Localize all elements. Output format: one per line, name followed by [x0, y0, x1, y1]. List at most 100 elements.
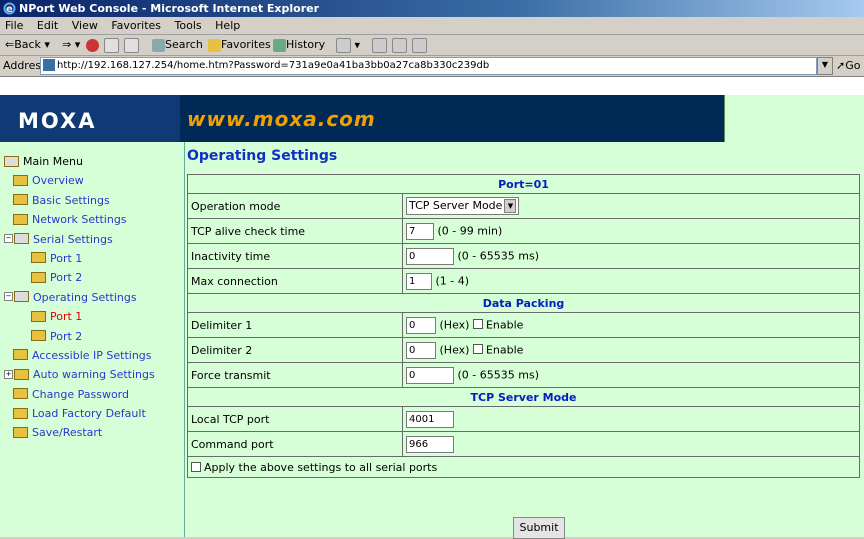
max-connection-input[interactable]: 1	[406, 272, 432, 290]
menu-edit[interactable]: Edit	[32, 17, 63, 34]
sidebar-item-serial-port2[interactable]: Port 2	[4, 268, 184, 287]
delimiter1-hint: (Hex)	[439, 318, 470, 331]
search-button[interactable]: Search	[152, 38, 203, 52]
command-port-input[interactable]: 966	[406, 435, 454, 453]
home-button[interactable]	[124, 38, 139, 53]
stop-button[interactable]	[86, 38, 99, 52]
delimiter1-enable-label: Enable	[485, 318, 524, 331]
sidebar-item-basic-settings[interactable]: Basic Settings	[4, 191, 184, 210]
moxa-site-url: www.moxa.com	[187, 107, 376, 131]
svg-text:e: e	[6, 4, 13, 15]
inactivity-input[interactable]: 0	[406, 247, 454, 265]
mail-icon	[336, 38, 351, 53]
operation-mode-label: Operation mode	[187, 193, 403, 219]
sidebar-item-operating-settings[interactable]: − Operating Settings	[4, 288, 184, 307]
sidebar-item-change-password[interactable]: Change Password	[4, 385, 184, 404]
folder-icon	[13, 407, 28, 419]
table-row: TCP alive check time 7 (0 - 99 min)	[187, 218, 860, 244]
submit-button[interactable]: Submit	[513, 517, 565, 539]
page-title: Operating Settings	[187, 148, 338, 164]
table-row: Apply the above settings to all serial p…	[187, 456, 860, 478]
address-dropdown[interactable]: ▼	[817, 57, 833, 75]
delimiter2-input[interactable]: 0	[406, 341, 436, 359]
menu-file[interactable]: File	[0, 17, 28, 34]
sidebar-item-serial-port1[interactable]: Port 1	[4, 249, 184, 268]
forward-button[interactable]: ⇒ ▾	[62, 38, 80, 52]
folder-icon	[31, 252, 46, 264]
folder-icon	[31, 310, 46, 322]
delimiter2-cell: 0 (Hex) Enable	[402, 337, 860, 363]
sidebar-item-save-restart[interactable]: Save/Restart	[4, 423, 184, 442]
discuss-button[interactable]	[412, 38, 427, 53]
tcp-alive-input[interactable]: 7	[406, 222, 434, 240]
go-button[interactable]: ➚Go	[836, 59, 860, 72]
sidebar: Main Menu Overview Basic Settings Networ…	[0, 142, 185, 537]
folder-open-icon	[4, 155, 19, 167]
folder-icon	[13, 388, 28, 400]
max-connection-label: Max connection	[187, 268, 403, 294]
window-title-bar: e NPort Web Console - Microsoft Internet…	[0, 0, 864, 17]
menu-favorites[interactable]: Favorites	[106, 17, 166, 34]
edit-icon	[392, 38, 407, 53]
menu-help[interactable]: Help	[210, 17, 245, 34]
sidebar-item-load-factory-default[interactable]: Load Factory Default	[4, 404, 184, 423]
table-row: Delimiter 2 0 (Hex) Enable	[187, 337, 860, 363]
sidebar-item-operating-port1[interactable]: Port 1	[4, 307, 184, 326]
local-tcp-port-label: Local TCP port	[187, 406, 403, 432]
folder-open-icon	[14, 291, 29, 303]
folder-icon	[13, 426, 28, 438]
header-green-box	[724, 95, 864, 142]
main-content: Operating Settings Port=01 Operation mod…	[185, 142, 864, 539]
address-bar: Address http://192.168.127.254/home.htm?…	[0, 56, 864, 77]
edit-button[interactable]	[392, 38, 407, 53]
table-row: Local TCP port 4001	[187, 406, 860, 432]
collapse-icon[interactable]: −	[4, 234, 13, 244]
operation-mode-select[interactable]: TCP Server Mode ▼	[406, 197, 520, 215]
delimiter1-input[interactable]: 0	[406, 316, 436, 334]
table-row: Command port 966	[187, 431, 860, 457]
address-input[interactable]: http://192.168.127.254/home.htm?Password…	[40, 57, 817, 75]
inactivity-cell: 0 (0 - 65535 ms)	[402, 243, 860, 269]
delimiter1-enable-checkbox[interactable]	[472, 319, 483, 329]
port-header: Port=01	[187, 174, 860, 194]
command-port-label: Command port	[187, 431, 403, 457]
apply-all-label: Apply the above settings to all serial p…	[204, 460, 438, 474]
sidebar-item-overview[interactable]: Overview	[4, 171, 184, 190]
back-button[interactable]: ⇐Back ▾	[5, 38, 50, 52]
folder-icon	[14, 368, 29, 380]
apply-all-checkbox[interactable]	[191, 461, 201, 472]
local-tcp-port-input[interactable]: 4001	[406, 410, 454, 428]
refresh-button[interactable]	[104, 38, 119, 53]
sidebar-item-serial-settings[interactable]: − Serial Settings	[4, 230, 184, 249]
print-button[interactable]	[372, 38, 387, 53]
menu-tools[interactable]: Tools	[170, 17, 207, 34]
sidebar-item-auto-warning[interactable]: + Auto warning Settings	[4, 365, 184, 384]
ie-logo-icon: e	[3, 2, 16, 15]
folder-icon	[13, 174, 28, 186]
expand-icon[interactable]: +	[4, 369, 13, 379]
sidebar-item-main-menu[interactable]: Main Menu	[4, 152, 184, 171]
sidebar-item-network-settings[interactable]: Network Settings	[4, 210, 184, 229]
table-row: Max connection 1 (1 - 4)	[187, 268, 860, 294]
inactivity-label: Inactivity time	[187, 243, 403, 269]
operation-mode-cell: TCP Server Mode ▼	[402, 193, 860, 219]
discuss-icon	[412, 38, 427, 53]
inactivity-hint: (0 - 65535 ms)	[457, 249, 539, 262]
menu-bar: File Edit View Favorites Tools Help	[0, 17, 864, 35]
force-transmit-label: Force transmit	[187, 362, 403, 388]
favorites-button[interactable]: Favorites	[208, 38, 271, 52]
mail-button[interactable]: ▾	[336, 38, 360, 53]
delimiter2-enable-checkbox[interactable]	[472, 344, 483, 354]
sidebar-item-operating-port2[interactable]: Port 2	[4, 327, 184, 346]
menu-view[interactable]: View	[67, 17, 103, 34]
force-transmit-input[interactable]: 0	[406, 366, 454, 384]
settings-table: Port=01 Operation mode TCP Server Mode ▼ …	[187, 174, 860, 478]
collapse-icon[interactable]: −	[4, 292, 13, 302]
go-icon: ➚	[836, 59, 846, 72]
tcp-alive-hint: (0 - 99 min)	[437, 224, 503, 237]
history-button[interactable]: History	[273, 38, 325, 52]
menu-tree: Main Menu Overview Basic Settings Networ…	[4, 152, 184, 443]
delimiter2-label: Delimiter 2	[187, 337, 403, 363]
apply-all-cell: Apply the above settings to all serial p…	[187, 456, 860, 478]
sidebar-item-accessible-ip[interactable]: Accessible IP Settings	[4, 346, 184, 365]
